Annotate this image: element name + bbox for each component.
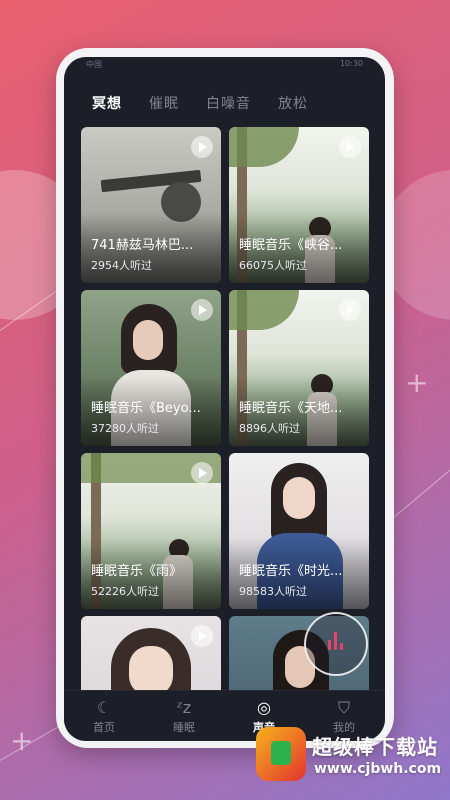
tab-hypnosis[interactable]: 催眠 [149, 93, 179, 113]
card-title: 睡眠音乐《雨》 [91, 564, 183, 579]
bg-plus-icon: + [10, 724, 34, 757]
bg-plus-icon: + [405, 366, 429, 399]
sound-card[interactable]: 741赫兹马林巴... 2954人听过 [81, 127, 221, 283]
tab-meditation[interactable]: 冥想 [92, 93, 122, 113]
nav-home[interactable]: ☾ 首页 [74, 697, 134, 735]
card-listen-count: 98583人听过 [239, 585, 307, 598]
card-title: 741赫兹马林巴... [91, 238, 194, 253]
card-listen-count: 2954人听过 [91, 259, 152, 272]
play-icon[interactable] [339, 299, 361, 321]
card-title: 睡眠音乐《Beyo... [91, 401, 201, 416]
sound-card[interactable]: 睡眠音乐《时光... 98583人听过 [229, 453, 369, 609]
user-icon: ⛉ [337, 698, 350, 717]
app-screen: 中国 10:30 冥想 催眠 白噪音 放松 741赫兹马林巴... 2954人听… [64, 57, 385, 741]
play-icon[interactable] [191, 299, 213, 321]
sound-card[interactable]: 睡眠音乐《天地... 8896人听过 [229, 290, 369, 446]
card-listen-count: 52226人听过 [91, 585, 159, 598]
tab-relax[interactable]: 放松 [278, 93, 308, 113]
sound-card[interactable]: 睡眠音乐《Beyo... 37280人听过 [81, 290, 221, 446]
tab-white-noise[interactable]: 白噪音 [206, 93, 251, 113]
bg-line [389, 455, 450, 521]
card-title: 睡眠音乐《天地... [239, 401, 343, 416]
card-title: 睡眠音乐《峡谷... [239, 238, 343, 253]
now-playing-button[interactable] [304, 612, 368, 676]
card-listen-count: 66075人听过 [239, 259, 307, 272]
status-bar: 中国 10:30 [64, 59, 385, 73]
play-icon[interactable] [339, 136, 361, 158]
card-listen-count: 8896人听过 [239, 422, 300, 435]
status-left: 中国 [86, 60, 102, 69]
status-right: 10:30 [339, 59, 363, 68]
sound-icon: ◎ [257, 698, 271, 717]
nav-sleep[interactable]: ᶻz 睡眠 [154, 697, 214, 735]
watermark: 超级棒下载站 www.cjbwh.com [256, 727, 446, 787]
watermark-logo [256, 727, 306, 781]
moon-icon: ☾ [96, 698, 112, 717]
sound-card[interactable]: 睡眠音乐《雨》 52226人听过 [81, 453, 221, 609]
card-title: 睡眠音乐《时光... [239, 564, 343, 579]
sound-card[interactable]: 睡眠音乐《峡谷... 66075人听过 [229, 127, 369, 283]
nav-label: 首页 [93, 721, 115, 734]
nav-label: 睡眠 [173, 721, 195, 734]
play-icon[interactable] [191, 136, 213, 158]
watermark-url: www.cjbwh.com [314, 761, 442, 777]
play-icon[interactable] [191, 462, 213, 484]
play-icon[interactable] [191, 625, 213, 647]
card-listen-count: 37280人听过 [91, 422, 159, 435]
watermark-title: 超级棒下载站 [312, 735, 438, 759]
category-tabs: 冥想 催眠 白噪音 放松 [92, 93, 308, 113]
sleep-z-icon: ᶻz [176, 698, 192, 717]
